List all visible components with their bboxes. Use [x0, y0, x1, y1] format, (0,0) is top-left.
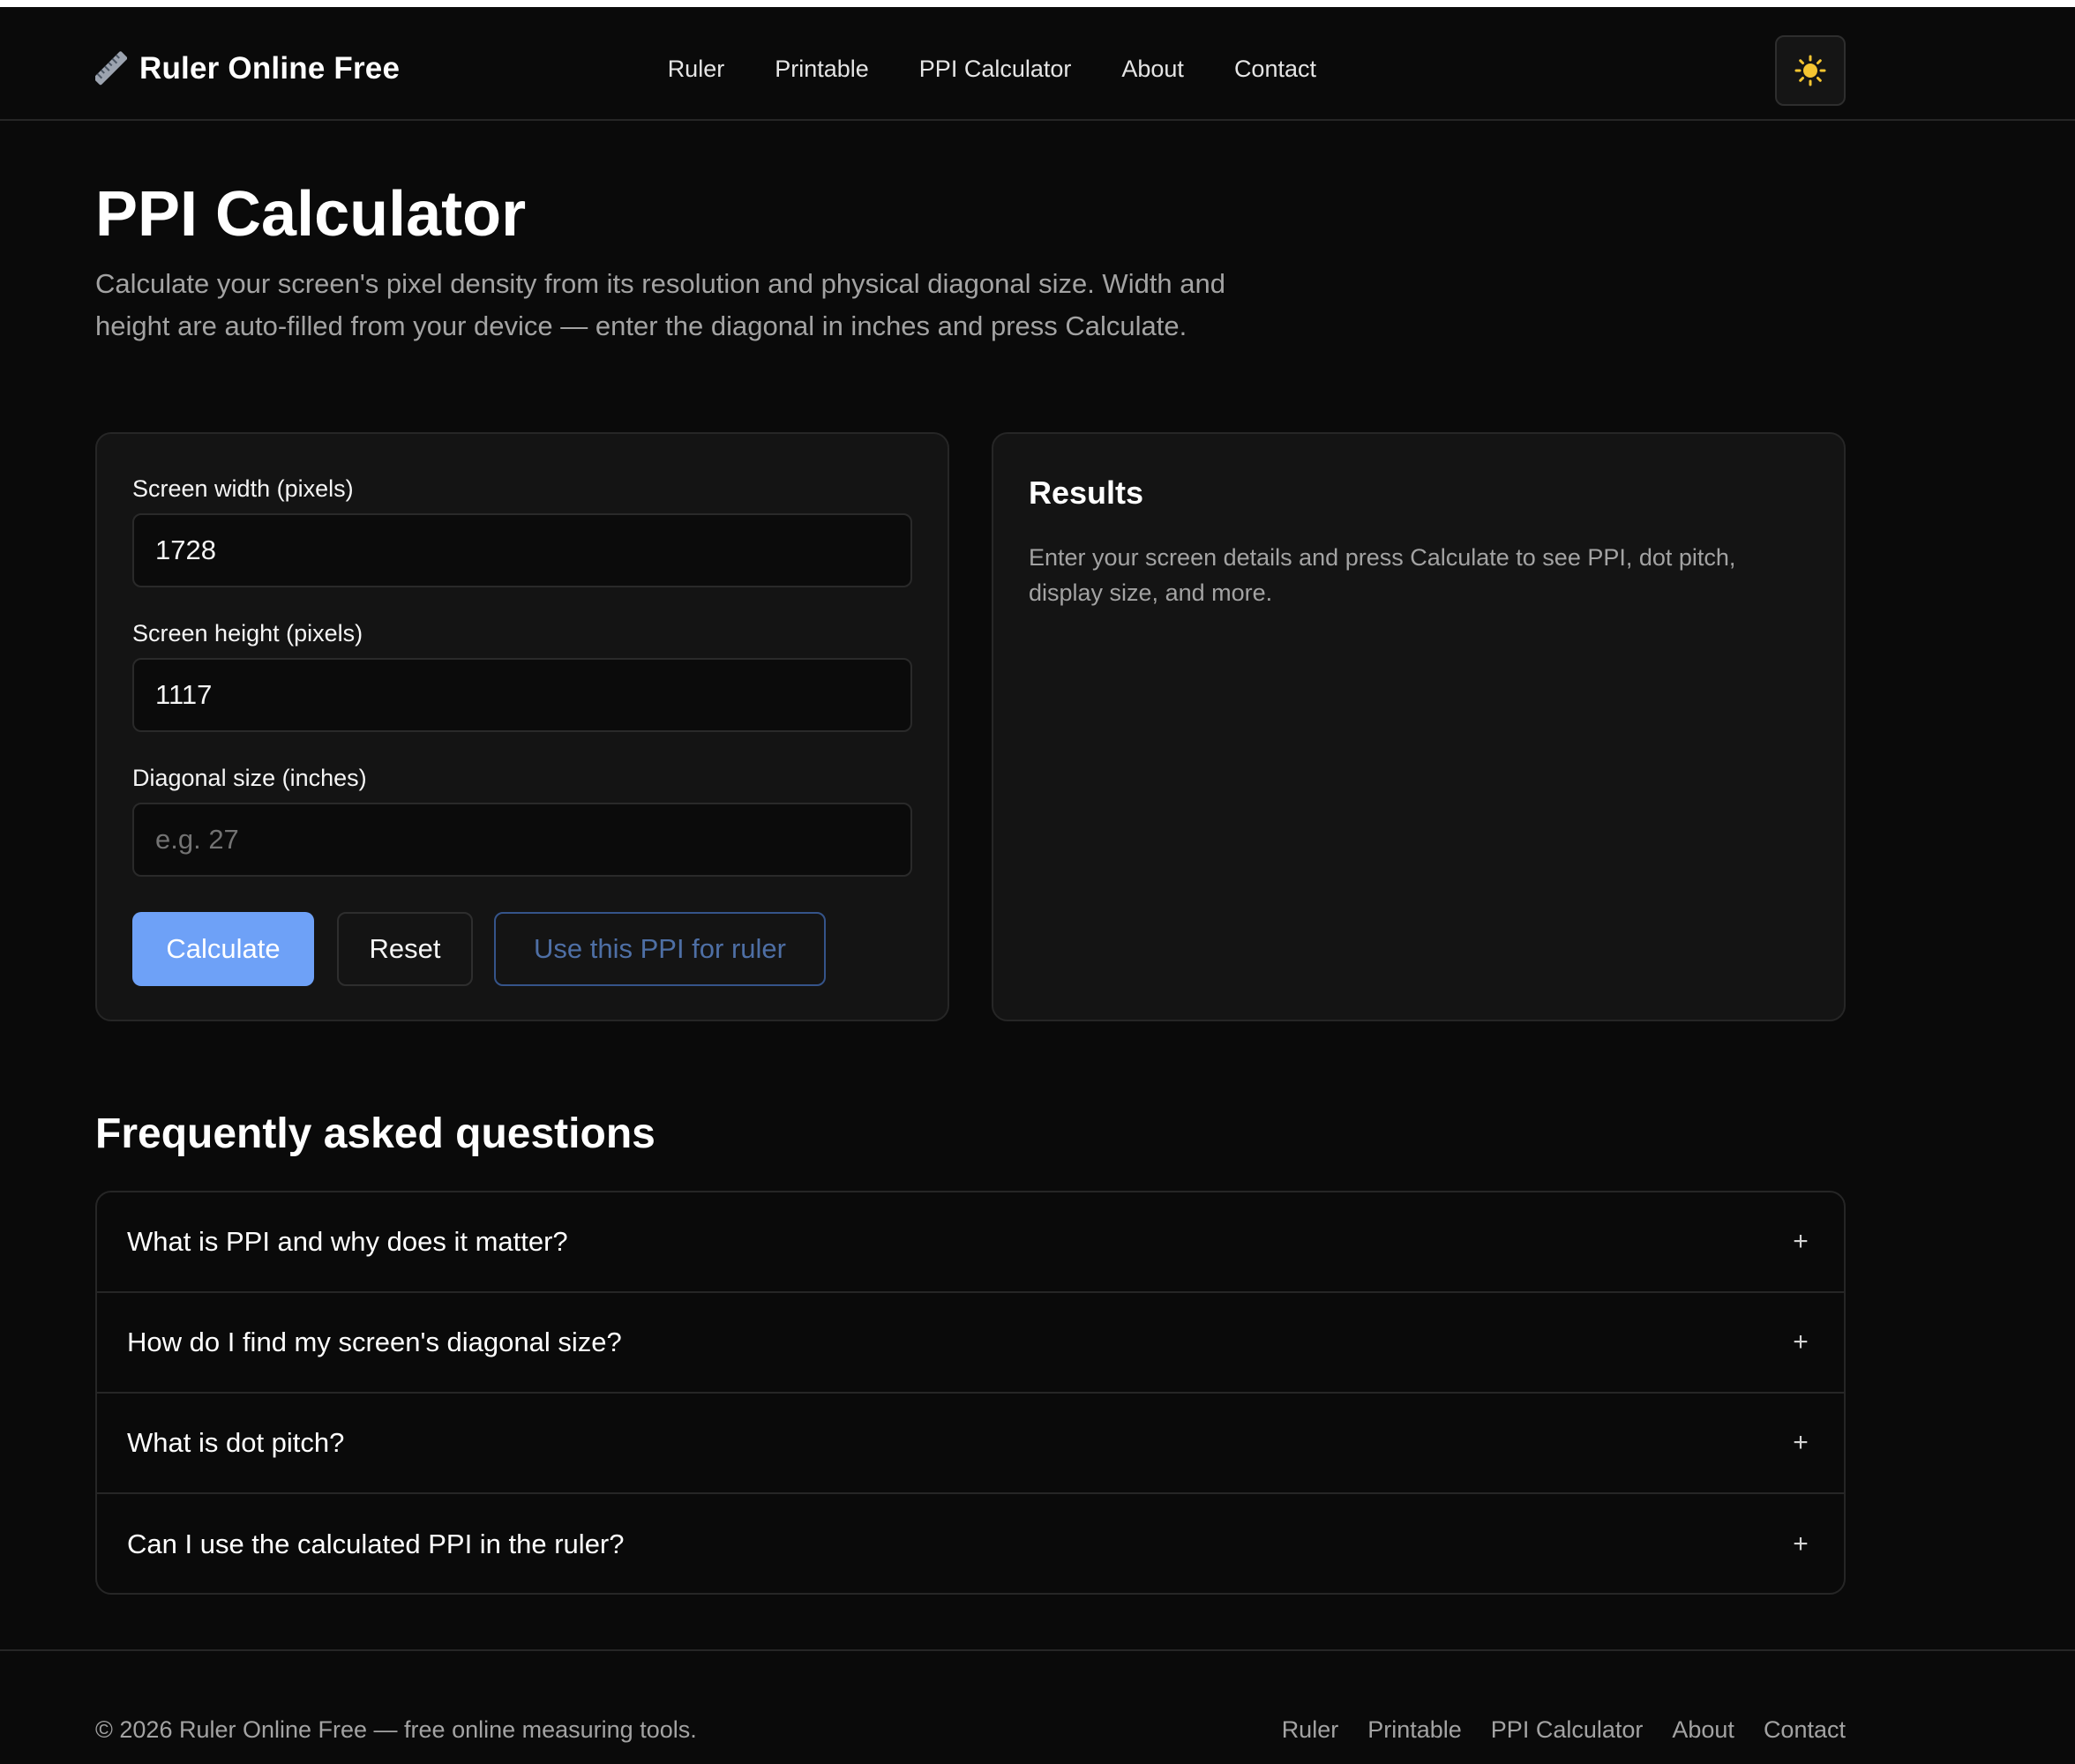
results-placeholder-text: Enter your screen details and press Calc… — [1029, 544, 1736, 606]
nav-ruler[interactable]: Ruler — [668, 51, 725, 86]
diagonal-input[interactable] — [132, 803, 912, 877]
use-ppi-button[interactable]: Use this PPI for ruler — [494, 912, 826, 986]
footer-link-ruler[interactable]: Ruler — [1282, 1713, 1339, 1746]
page-intro: Calculate your screen's pixel density fr… — [95, 268, 1226, 341]
plus-icon: + — [1793, 1529, 1809, 1558]
top-border — [0, 0, 2075, 7]
footer-link-contact[interactable]: Contact — [1764, 1713, 1846, 1746]
footer-nav: Ruler Printable PPI Calculator About Con… — [1253, 1713, 1846, 1746]
calculator-form: Screen width (pixels) Screen height (pix… — [95, 432, 949, 1021]
faq-question: What is PPI and why does it matter? — [127, 1226, 568, 1257]
calculate-button[interactable]: Calculate — [132, 912, 314, 986]
faq-title: Frequently asked questions — [95, 1110, 655, 1157]
brand-name: Ruler Online Free — [139, 51, 401, 86]
nav-ppi-calculator[interactable]: PPI Calculator — [919, 51, 1072, 86]
footer-link-about[interactable]: About — [1672, 1713, 1734, 1746]
nav-contact[interactable]: Contact — [1234, 51, 1316, 86]
faq-question: What is dot pitch? — [127, 1427, 345, 1458]
results-title: Results — [1029, 475, 1144, 511]
footer-link-printable[interactable]: Printable — [1367, 1713, 1462, 1746]
reset-button[interactable]: Reset — [337, 912, 473, 986]
faq-item[interactable]: What is PPI and why does it matter? + — [97, 1192, 1844, 1293]
sun-icon — [1794, 55, 1826, 86]
diagonal-label: Diagonal size (inches) — [132, 765, 367, 791]
height-label: Screen height (pixels) — [132, 620, 363, 647]
brand-link[interactable]: Ruler Online Free — [95, 42, 400, 95]
nav-printable[interactable]: Printable — [775, 51, 869, 86]
plus-icon: + — [1793, 1428, 1809, 1457]
results-panel: Results Enter your screen details and pr… — [992, 432, 1846, 1021]
faq-question: Can I use the calculated PPI in the rule… — [127, 1529, 625, 1559]
height-input[interactable] — [132, 658, 912, 732]
faq-item[interactable]: What is dot pitch? + — [97, 1394, 1844, 1494]
ruler-icon — [95, 51, 127, 86]
site-header: Ruler Online Free Ruler Printable PPI Ca… — [0, 7, 2075, 121]
plus-icon: + — [1793, 1327, 1809, 1357]
copyright-text: © 2026 Ruler Online Free — free online m… — [95, 1716, 697, 1743]
theme-toggle-button[interactable] — [1775, 35, 1846, 106]
main-nav: Ruler Printable PPI Calculator About Con… — [618, 51, 1316, 86]
site-footer: © 2026 Ruler Online Free — free online m… — [0, 1649, 2075, 1764]
width-input[interactable] — [132, 513, 912, 587]
width-label: Screen width (pixels) — [132, 475, 354, 502]
faq-item[interactable]: Can I use the calculated PPI in the rule… — [97, 1494, 1844, 1593]
footer-link-ppi-calculator[interactable]: PPI Calculator — [1491, 1713, 1644, 1746]
page-title: PPI Calculator — [95, 179, 527, 250]
faq-item[interactable]: How do I find my screen's diagonal size?… — [97, 1293, 1844, 1394]
faq-question: How do I find my screen's diagonal size? — [127, 1327, 622, 1357]
plus-icon: + — [1793, 1227, 1809, 1256]
nav-about[interactable]: About — [1121, 51, 1184, 86]
faq-list: What is PPI and why does it matter? + Ho… — [95, 1191, 1846, 1595]
